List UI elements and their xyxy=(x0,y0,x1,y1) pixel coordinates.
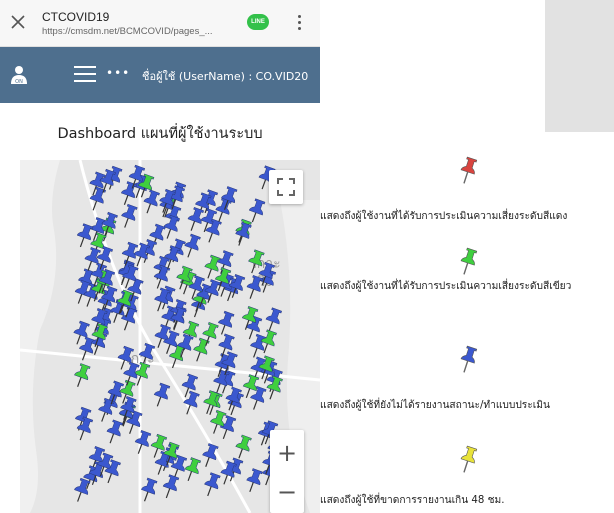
map-view[interactable]: เกาะ เกิ้ง เกาะ + − xyxy=(20,160,320,513)
user-icon[interactable]: ON xyxy=(11,65,27,85)
zoom-out-button[interactable]: − xyxy=(270,472,304,512)
map-legend: แสดงถึงผู้ใช้งานที่ได้รับการประเมินความเ… xyxy=(320,132,614,513)
map-pin xyxy=(162,474,180,499)
app-header: ON ••• ชื่อผู้ใช้ (UserName) : CO.VID20 xyxy=(0,47,320,103)
pushpin-icon xyxy=(456,156,480,186)
pushpin-icon xyxy=(456,247,480,277)
map-pin xyxy=(246,468,263,493)
legend-blue-text: แสดงถึงผู้ใช้ที่ยังไม่ได้รายงานสถานะ/ทำแ… xyxy=(320,400,550,411)
menu-icon[interactable] xyxy=(74,66,96,82)
browser-url[interactable]: https://cmsdm.net/BCMCOVID/pages_... xyxy=(42,26,232,37)
username-label: ชื่อผู้ใช้ (UserName) : CO.VID20 xyxy=(142,70,309,83)
map-pin xyxy=(76,223,94,248)
page-title: Dashboard แผนที่ผู้ใช้งานระบบ xyxy=(57,126,263,142)
map-pin xyxy=(76,416,94,441)
map-pin xyxy=(120,181,138,205)
map-pin xyxy=(106,419,124,444)
legend-red-text: แสดงถึงผู้ใช้งานที่ได้รับการประเมินความเ… xyxy=(320,211,568,222)
fullscreen-button[interactable] xyxy=(269,170,303,204)
close-icon[interactable] xyxy=(8,12,28,32)
map-pin xyxy=(235,434,252,459)
line-share-icon[interactable]: LINE xyxy=(247,14,269,30)
svg-text:ON: ON xyxy=(15,79,23,85)
map-pin xyxy=(143,189,160,214)
map-pin xyxy=(265,307,283,332)
map-pin xyxy=(121,203,138,228)
map-pin xyxy=(250,385,267,410)
map-pin xyxy=(184,233,201,258)
zoom-in-button[interactable]: + xyxy=(270,433,304,473)
more-options-icon[interactable] xyxy=(294,12,304,34)
more-icon[interactable]: ••• xyxy=(106,66,130,80)
pin-head xyxy=(460,156,478,175)
map-pin xyxy=(134,430,152,454)
map-pin xyxy=(204,472,221,497)
map-pin xyxy=(248,198,266,223)
legend-green-text: แสดงถึงผู้ใช้งานที่ได้รับการประเมินความเ… xyxy=(320,281,572,292)
pushpin-icon xyxy=(456,345,480,375)
map-pin xyxy=(74,477,91,502)
background-panel xyxy=(545,0,614,132)
map-pin xyxy=(235,221,252,246)
phone-screenshot: CTCOVID19 https://cmsdm.net/BCMCOVID/pag… xyxy=(0,0,320,513)
map-pin xyxy=(205,218,222,243)
map-pin xyxy=(74,363,91,387)
browser-title: CTCOVID19 xyxy=(42,10,110,24)
browser-toolbar: CTCOVID19 https://cmsdm.net/BCMCOVID/pag… xyxy=(0,0,320,47)
pushpin-icon xyxy=(456,445,480,475)
map-pin xyxy=(220,460,237,485)
map-pin xyxy=(153,382,171,407)
map-pin xyxy=(266,375,283,400)
legend-yellow-text: แสดงถึงผู้ใช้ที่ขาดการรายงานเกิน 48 ชม. xyxy=(320,495,505,506)
map-pin xyxy=(218,310,235,335)
zoom-control: + − xyxy=(270,430,304,513)
